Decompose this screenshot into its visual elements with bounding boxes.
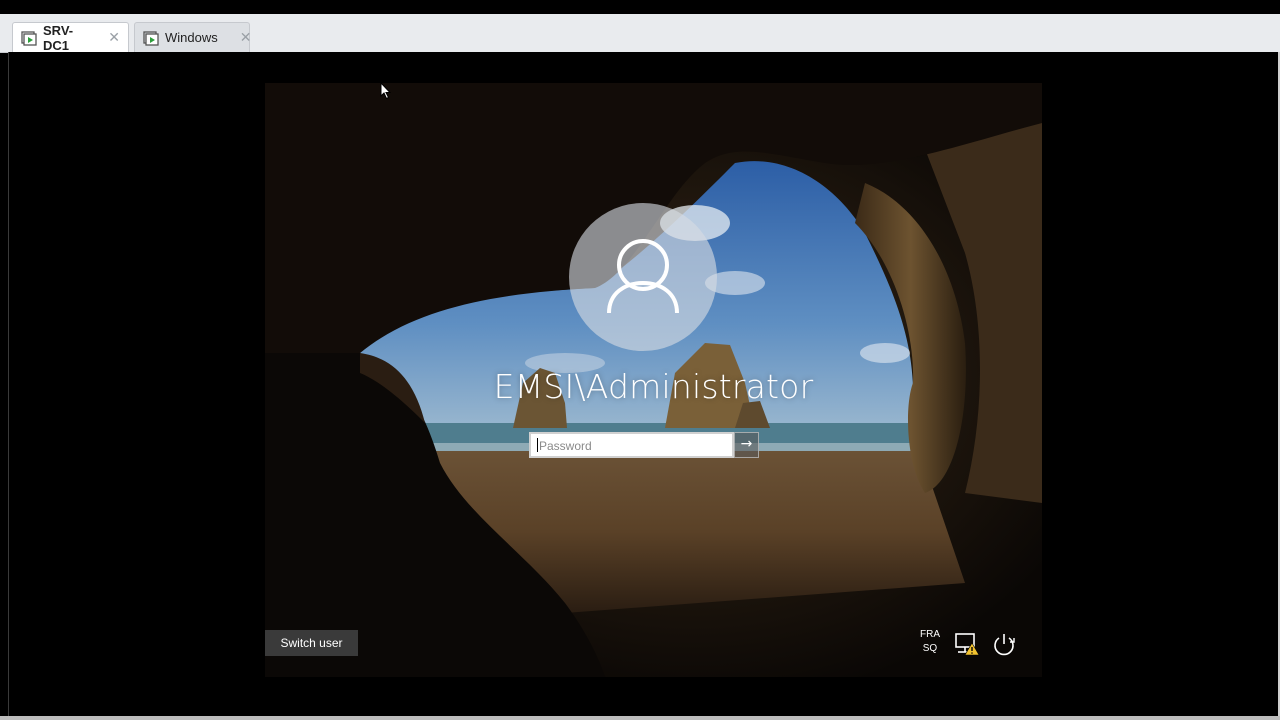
vm-play-icon [143,30,159,46]
windows-lock-screen[interactable]: EMSI\Administrator Password → Switch use… [265,83,1042,677]
language-code: FRA [920,629,940,640]
submit-arrow-button[interactable]: → [734,432,759,458]
lock-username: EMSI\Administrator [493,367,814,406]
tabbar-edge [0,14,8,52]
tab-srv-dc1[interactable]: SRV-DC1 ✕ [12,22,129,53]
power-icon[interactable] [990,630,1018,658]
language-indicator[interactable]: FRA SQ [919,628,941,656]
user-avatar [569,203,717,351]
network-warning-icon[interactable] [953,630,981,658]
tab-windows[interactable]: Windows ✕ [134,22,252,52]
vm-tab-bar: SRV-DC1 ✕ Windows ✕ [0,14,1280,53]
host-top-bar [0,0,1280,14]
host-bottom-border [0,716,1280,720]
keyboard-layout-code: SQ [922,643,938,654]
tab-label: Windows [165,30,218,45]
vm-play-icon [21,30,37,46]
text-caret [537,438,538,452]
tab-label: SRV-DC1 [43,22,74,53]
switch-user-button[interactable]: Switch user [265,630,358,656]
password-input[interactable]: Password [529,432,734,458]
mouse-pointer-icon [380,82,392,100]
tab-close-icon[interactable]: ✕ [108,29,120,46]
password-placeholder: Password [539,439,592,453]
tab-close-icon[interactable]: ✕ [240,29,252,46]
user-silhouette-icon [607,239,679,314]
